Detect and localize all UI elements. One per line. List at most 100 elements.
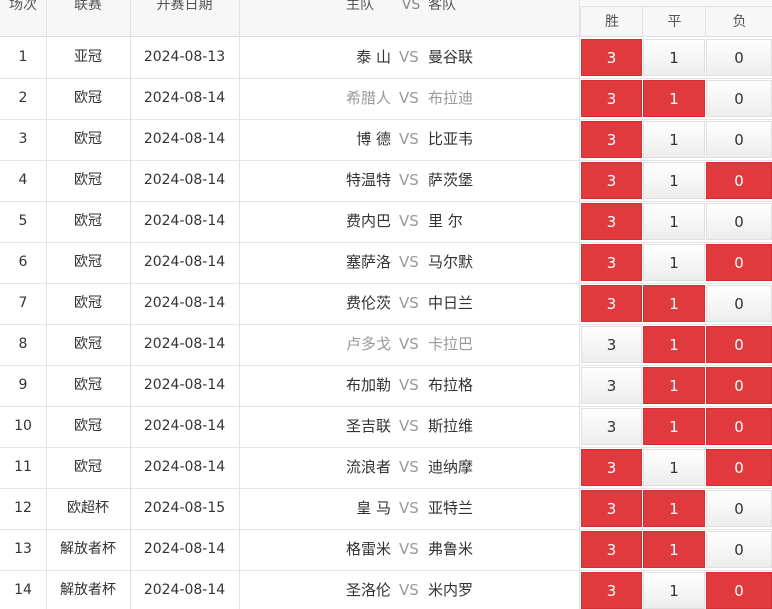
table-row: 9 欧冠 2024-08-14 布加勒 VS 布拉格 3 1 0 [0, 365, 772, 407]
odds-win-button[interactable]: 3 [581, 408, 642, 445]
league-name: 欧冠 [74, 336, 102, 352]
vs-label: VS [399, 499, 419, 517]
odds-lose-button[interactable]: 0 [706, 203, 772, 240]
header-lose: 负 [705, 6, 772, 37]
vs-label: VS [399, 581, 419, 599]
odds-lose-button[interactable]: 0 [706, 244, 772, 281]
away-team: 曼谷联 [428, 48, 474, 66]
table-header: 场次 联赛 开赛日期 主队 VS 客队 胜 平 负 [0, 0, 772, 37]
odds-draw-button[interactable]: 1 [643, 80, 705, 117]
odds-lose-button[interactable]: 0 [706, 531, 772, 568]
table-row: 11 欧冠 2024-08-14 流浪者 VS 迪纳摩 3 1 0 [0, 447, 772, 489]
league-name: 欧冠 [74, 90, 102, 106]
table-row: 4 欧冠 2024-08-14 特温特 VS 萨茨堡 3 1 0 [0, 160, 772, 202]
home-team: 费内巴 [345, 212, 391, 230]
match-date: 2024-08-14 [143, 213, 226, 229]
vs-label: VS [399, 89, 419, 107]
match-date: 2024-08-14 [143, 131, 226, 147]
odds-win-button[interactable]: 3 [581, 367, 642, 404]
away-team: 卡拉巴 [428, 335, 474, 353]
match-index: 9 [18, 377, 28, 393]
match-index: 12 [14, 500, 32, 516]
home-team: 皇 马 [356, 499, 391, 517]
home-team: 费伦茨 [345, 294, 391, 312]
table-row: 3 欧冠 2024-08-14 博 德 VS 比亚韦 3 1 0 [0, 119, 772, 161]
match-index: 10 [14, 418, 32, 434]
odds-win-button[interactable]: 3 [581, 162, 642, 199]
odds-draw-button[interactable]: 1 [643, 326, 705, 363]
league-name: 解放者杯 [60, 582, 116, 598]
odds-draw-button[interactable]: 1 [643, 367, 705, 404]
match-date: 2024-08-14 [143, 459, 226, 475]
table-row: 8 欧冠 2024-08-14 卢多戈 VS 卡拉巴 3 1 0 [0, 324, 772, 366]
match-index: 7 [18, 295, 28, 311]
odds-lose-button[interactable]: 0 [706, 408, 772, 445]
odds-draw-button[interactable]: 1 [643, 203, 705, 240]
table-row: 12 欧超杯 2024-08-15 皇 马 VS 亚特兰 3 1 0 [0, 488, 772, 530]
odds-lose-button[interactable]: 0 [706, 121, 772, 158]
odds-win-button[interactable]: 3 [581, 39, 642, 76]
match-date: 2024-08-13 [143, 49, 226, 65]
table-row: 14 解放者杯 2024-08-14 圣洛伦 VS 米内罗 3 1 0 [0, 570, 772, 609]
odds-draw-button[interactable]: 1 [643, 572, 705, 609]
away-team: 布拉迪 [428, 89, 474, 107]
match-date: 2024-08-14 [143, 254, 226, 270]
league-name: 欧冠 [74, 131, 102, 147]
odds-lose-button[interactable]: 0 [706, 326, 772, 363]
odds-win-button[interactable]: 3 [581, 572, 642, 609]
odds-draw-button[interactable]: 1 [643, 408, 705, 445]
league-name: 欧冠 [74, 254, 102, 270]
vs-label: VS [399, 294, 419, 312]
home-team: 塞萨洛 [345, 253, 391, 271]
odds-win-button[interactable]: 3 [581, 285, 642, 322]
odds-draw-button[interactable]: 1 [643, 162, 705, 199]
match-date: 2024-08-14 [143, 172, 226, 188]
league-name: 解放者杯 [60, 541, 116, 557]
odds-lose-button[interactable]: 0 [706, 39, 772, 76]
vs-label: VS [399, 48, 419, 66]
odds-win-button[interactable]: 3 [581, 490, 642, 527]
odds-lose-button[interactable]: 0 [706, 285, 772, 322]
odds-draw-button[interactable]: 1 [643, 531, 705, 568]
odds-win-button[interactable]: 3 [581, 121, 642, 158]
league-name: 欧冠 [74, 459, 102, 475]
odds-win-button[interactable]: 3 [581, 203, 642, 240]
odds-lose-button[interactable]: 0 [706, 449, 772, 486]
table-row: 6 欧冠 2024-08-14 塞萨洛 VS 马尔默 3 1 0 [0, 242, 772, 284]
odds-win-button[interactable]: 3 [581, 244, 642, 281]
odds-lose-button[interactable]: 0 [706, 367, 772, 404]
odds-lose-button[interactable]: 0 [706, 162, 772, 199]
odds-lose-button[interactable]: 0 [706, 80, 772, 117]
away-team: 马尔默 [428, 253, 474, 271]
away-team: 布拉格 [428, 376, 474, 394]
away-team: 比亚韦 [428, 130, 474, 148]
odds-draw-button[interactable]: 1 [643, 490, 705, 527]
header-home: 主队 [346, 0, 374, 13]
odds-draw-button[interactable]: 1 [643, 285, 705, 322]
odds-lose-button[interactable]: 0 [706, 572, 772, 609]
odds-draw-button[interactable]: 1 [643, 449, 705, 486]
odds-win-button[interactable]: 3 [581, 449, 642, 486]
odds-win-button[interactable]: 3 [581, 531, 642, 568]
odds-lose-button[interactable]: 0 [706, 490, 772, 527]
match-index: 6 [18, 254, 28, 270]
odds-draw-button[interactable]: 1 [643, 39, 705, 76]
odds-win-button[interactable]: 3 [581, 80, 642, 117]
odds-draw-button[interactable]: 1 [643, 244, 705, 281]
header-index: 场次 [9, 0, 37, 13]
table-row: 10 欧冠 2024-08-14 圣吉联 VS 斯拉维 3 1 0 [0, 406, 772, 448]
vs-label: VS [399, 130, 419, 148]
vs-label: VS [399, 171, 419, 189]
header-vs: VS [401, 0, 421, 13]
home-team: 泰 山 [356, 48, 391, 66]
away-team: 弗鲁米 [428, 540, 474, 558]
away-team: 米内罗 [428, 581, 474, 599]
match-date: 2024-08-15 [143, 500, 226, 516]
table-row: 5 欧冠 2024-08-14 费内巴 VS 里 尔 310 [0, 201, 772, 243]
match-date: 2024-08-14 [143, 295, 226, 311]
header-draw: 平 [642, 6, 706, 37]
league-name: 欧冠 [74, 418, 102, 434]
odds-win-button[interactable]: 3 [581, 326, 642, 363]
odds-draw-button[interactable]: 1 [643, 121, 705, 158]
home-team: 特温特 [345, 171, 391, 189]
